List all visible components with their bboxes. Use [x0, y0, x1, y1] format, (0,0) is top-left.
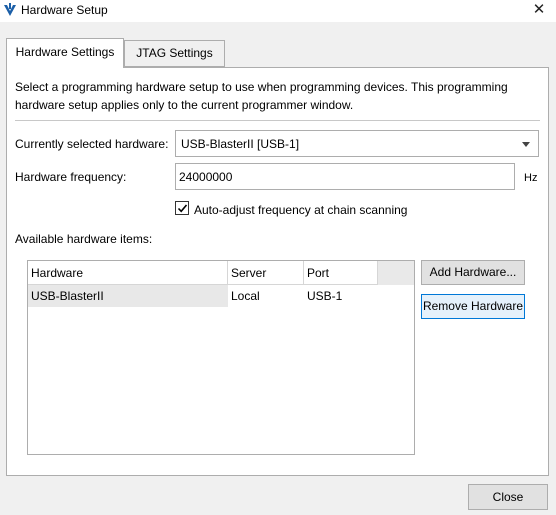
frequency-label: Hardware frequency:	[15, 170, 127, 184]
column-header-hardware[interactable]: Hardware	[28, 261, 228, 285]
hardware-list[interactable]: Hardware Server Port USB-BlasterII Local…	[27, 260, 415, 455]
hardware-list-header: Hardware Server Port	[28, 261, 414, 285]
window-title: Hardware Setup	[21, 3, 108, 17]
auto-adjust-checkbox[interactable]	[175, 201, 189, 215]
frequency-input[interactable]: 24000000	[175, 163, 515, 190]
title-bar: Hardware Setup ✕	[0, 0, 556, 22]
selected-hardware-label: Currently selected hardware:	[15, 137, 169, 151]
auto-adjust-label: Auto-adjust frequency at chain scanning	[194, 203, 408, 217]
add-hardware-button[interactable]: Add Hardware...	[421, 260, 525, 285]
checkmark-icon	[177, 204, 188, 213]
cell-port: USB-1	[307, 289, 343, 303]
description-text: Select a programming hardware setup to u…	[15, 80, 508, 112]
frequency-value: 24000000	[179, 170, 233, 184]
close-button[interactable]: Close	[468, 484, 548, 510]
cell-hardware: USB-BlasterII	[28, 285, 228, 307]
table-row[interactable]: USB-BlasterII Local USB-1	[28, 285, 414, 307]
remove-hardware-button[interactable]: Remove Hardware	[421, 294, 525, 319]
chevron-down-icon	[522, 142, 530, 147]
column-header-port[interactable]: Port	[304, 261, 378, 285]
separator	[15, 120, 540, 121]
available-hardware-label: Available hardware items:	[15, 232, 153, 246]
selected-hardware-dropdown[interactable]: USB-BlasterII [USB-1]	[175, 130, 539, 157]
close-window-icon[interactable]: ✕	[522, 0, 556, 22]
column-header-server[interactable]: Server	[228, 261, 304, 285]
tab-hardware-settings[interactable]: Hardware Settings	[6, 38, 124, 68]
header-filler	[378, 261, 414, 285]
cell-server: Local	[231, 289, 260, 303]
selected-hardware-value: USB-BlasterII [USB-1]	[181, 137, 300, 151]
tab-jtag-settings[interactable]: JTAG Settings	[124, 40, 225, 67]
frequency-unit: Hz	[524, 172, 538, 184]
quartus-icon	[4, 3, 16, 16]
